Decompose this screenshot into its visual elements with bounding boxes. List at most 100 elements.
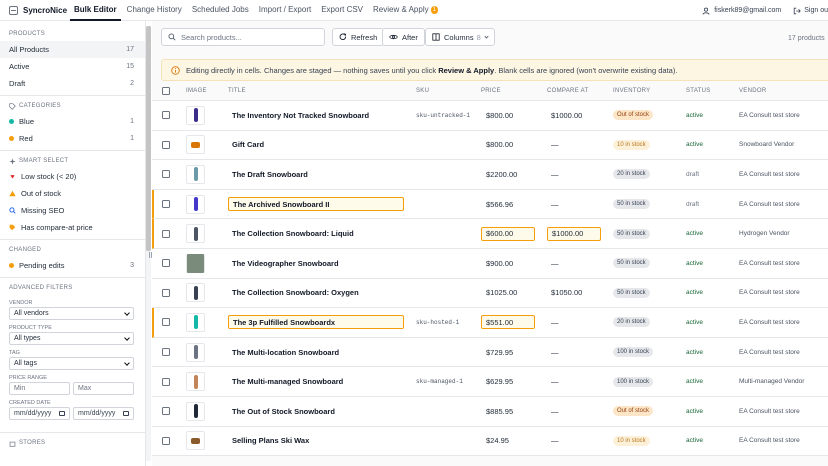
nav-tab-5[interactable]: Review & Apply 1 [369,0,442,21]
product-title[interactable]: The Collection Snowboard: Oxygen [232,288,359,297]
product-compare-at[interactable]: — [551,407,559,416]
nav-tab-2[interactable]: Scheduled Jobs [188,0,253,21]
product-title[interactable]: The Multi-location Snowboard [232,348,339,357]
sidebar-item-products-0[interactable]: All Products 17 [0,41,145,58]
calendar-icon[interactable] [59,411,65,416]
row-checkbox[interactable] [162,377,170,386]
table-row[interactable]: The Draft Snowboard $2200.00 — 20 in stock d… [152,160,828,190]
title-edit-field[interactable]: The Archived Snowboard II [228,197,404,212]
sidebar-item-changed-0[interactable]: Pending edits 3 [0,257,145,274]
column-inventory[interactable]: INVENTORY [613,81,651,101]
product-compare-at[interactable]: — [551,348,559,357]
product-price[interactable]: $885.95 [486,407,513,416]
product-thumbnail[interactable] [186,401,205,421]
sidebar-scrollbar-thumb[interactable] [146,26,151,251]
select-all-checkbox[interactable] [162,87,170,95]
row-checkbox[interactable] [162,170,170,179]
product-sku[interactable]: sku-managed-1 [416,378,463,385]
after-toggle-button[interactable]: After [382,28,425,46]
sidebar-item-smart-3[interactable]: Has compare-at price [0,219,145,236]
product-thumbnail[interactable] [186,312,205,332]
product-price[interactable]: $24.95 [486,436,509,445]
table-row[interactable]: The Out of Stock Snowboard $885.95 — Out of… [152,396,828,427]
product-price[interactable]: $629.95 [486,377,513,386]
column-status[interactable]: STATUS [686,81,711,101]
sidebar-item-smart-1[interactable]: Out of stock [0,185,145,202]
product-thumbnail[interactable] [186,372,205,392]
price-edit-field[interactable]: $600.00 [481,226,535,241]
sidebar-scrollbar[interactable] [146,26,151,461]
table-row[interactable]: Selling Plans Ski Wax $24.95 — 10 in stock a… [152,426,828,457]
product-compare-at[interactable]: — [551,436,559,445]
column-image[interactable]: IMAGE [186,81,207,101]
search-input[interactable] [181,32,321,42]
sidebar-item-smart-2[interactable]: Missing SEO [0,202,145,219]
row-checkbox[interactable] [162,200,170,209]
product-thumbnail[interactable] [186,224,205,244]
column-sku[interactable]: SKU [416,81,429,101]
product-compare-at[interactable]: — [551,377,559,386]
row-checkbox[interactable] [162,111,170,120]
sidebar-item-categories-1[interactable]: Red 1 [0,130,145,147]
product-title[interactable]: The Multi-managed Snowboard [232,377,343,386]
product-thumbnail[interactable] [186,342,205,362]
table-row[interactable]: The 3p Fulfilled Snowboardx sku-hosted-1 $… [152,308,828,338]
refresh-button[interactable]: Refresh [332,28,385,46]
product-sku[interactable]: sku-hosted-1 [416,319,459,326]
sidebar-item-categories-0[interactable]: Blue 1 [0,113,145,130]
compare-at-edit-field[interactable]: $1000.00 [547,226,601,241]
row-checkbox[interactable] [162,140,170,149]
search-box[interactable] [161,28,325,46]
tag-select[interactable]: All tags [9,357,134,370]
product-price[interactable]: $900.00 [486,259,513,268]
product-type-select[interactable]: All types [9,332,134,345]
row-checkbox[interactable] [162,318,170,327]
product-price[interactable]: $2200.00 [486,170,517,179]
product-price[interactable]: $1025.00 [486,288,517,297]
product-sku[interactable]: sku-untracked-1 [416,112,470,119]
product-compare-at[interactable]: — [551,170,559,179]
product-title[interactable]: The Archived Snowboard II [233,200,329,209]
column-compare-at[interactable]: COMPARE AT [547,81,588,101]
calendar-icon[interactable] [123,411,129,416]
product-thumbnail[interactable] [186,431,205,451]
product-title[interactable]: The Inventory Not Tracked Snowboard [232,111,369,120]
table-row[interactable]: The Collection Snowboard: Oxygen $1025.00… [152,278,828,309]
column-title[interactable]: TITLE [228,81,246,101]
product-price[interactable]: $800.00 [486,111,513,120]
column-vendor[interactable]: VENDOR [739,81,766,101]
product-title[interactable]: Gift Card [232,140,264,149]
row-checkbox[interactable] [162,348,170,357]
table-row[interactable]: The Inventory Not Tracked Snowboard sku-u… [152,101,828,131]
nav-tab-0[interactable]: Bulk Editor [70,0,121,21]
product-compare-at[interactable]: $1000.00 [552,229,583,238]
product-price[interactable]: $800.00 [486,140,513,149]
product-compare-at[interactable]: — [551,140,559,149]
product-compare-at[interactable]: — [551,259,559,268]
product-thumbnail[interactable] [186,164,205,184]
columns-button[interactable]: Columns 8 [425,28,495,46]
product-price[interactable]: $551.00 [486,318,513,327]
table-row[interactable]: The Multi-location Snowboard $729.95 — 100 … [152,337,828,368]
row-checkbox[interactable] [162,229,170,238]
product-title[interactable]: The Draft Snowboard [232,170,308,179]
product-thumbnail[interactable] [186,105,205,125]
product-thumbnail[interactable] [186,135,205,155]
row-checkbox[interactable] [162,436,170,445]
product-price[interactable]: $566.96 [486,200,513,209]
product-compare-at[interactable]: $1050.00 [551,288,582,297]
nav-tab-3[interactable]: Import / Export [255,0,315,21]
table-row[interactable]: The Videographer Snowboard $900.00 — 50 in … [152,248,828,279]
product-title[interactable]: The Videographer Snowboard [232,259,339,268]
table-row[interactable]: The Multi-managed Snowboard sku-managed-1… [152,367,828,397]
sidebar-item-products-1[interactable]: Active 15 [0,58,145,75]
product-price[interactable]: $729.95 [486,348,513,357]
sidebar-item-products-2[interactable]: Draft 2 [0,75,145,92]
product-compare-at[interactable]: — [551,200,559,209]
sign-out-icon[interactable] [793,7,802,15]
product-title[interactable]: The 3p Fulfilled Snowboardx [233,318,335,327]
product-compare-at[interactable]: — [551,318,559,327]
product-compare-at[interactable]: $1000.00 [551,111,582,120]
nav-tab-4[interactable]: Export CSV [317,0,367,21]
sidebar-item-smart-0[interactable]: Low stock (< 20) [0,168,145,185]
